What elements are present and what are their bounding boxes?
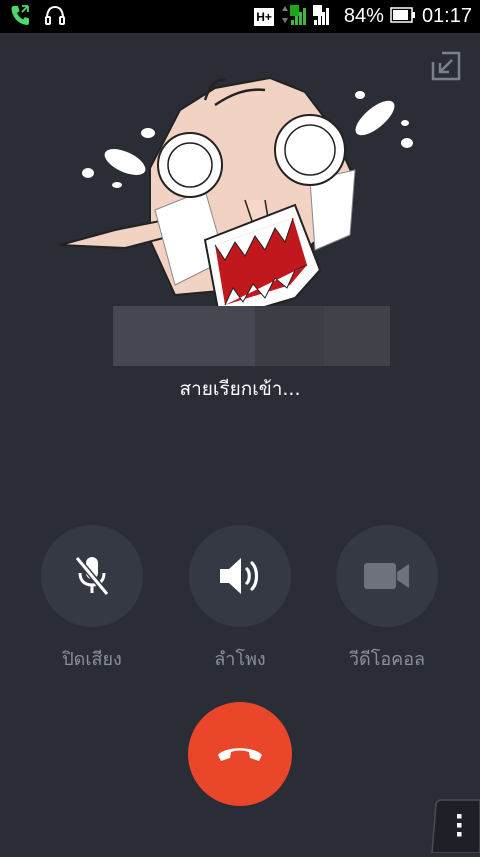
battery-percent: 84% xyxy=(343,5,384,27)
mute-button[interactable] xyxy=(41,525,143,627)
speaker-control[interactable]: ลำโพง xyxy=(175,525,305,673)
video-call-label: วีดีโอคอล xyxy=(348,649,426,670)
status-bar: H+ 84% 01:17 xyxy=(0,0,480,33)
headset-icon xyxy=(44,4,66,30)
video-call-control[interactable]: วีดีโอคอล xyxy=(322,525,452,673)
video-camera-icon xyxy=(364,563,409,589)
status-bar-right: H+ 84% 01:17 xyxy=(254,0,472,33)
battery-icon xyxy=(390,6,416,28)
mute-control[interactable]: ปิดเสียง xyxy=(27,525,157,673)
caller-name-block xyxy=(324,306,390,366)
status-bar-left xyxy=(10,4,66,30)
speaker-label: ลำโพง xyxy=(214,649,266,670)
more-options-button[interactable] xyxy=(420,798,480,854)
call-active-icon xyxy=(10,4,30,30)
mic-off-icon xyxy=(74,556,110,596)
hang-up-icon xyxy=(218,748,262,761)
signal-icon xyxy=(280,3,338,31)
minimize-icon xyxy=(431,51,461,81)
clock: 01:17 xyxy=(421,5,472,27)
end-call-button[interactable] xyxy=(188,702,292,806)
minimize-call-button[interactable] xyxy=(430,50,462,82)
video-call-button[interactable] xyxy=(336,525,438,627)
caller-name-block xyxy=(255,306,324,366)
caller-avatar xyxy=(55,70,425,330)
more-vertical-icon xyxy=(457,814,462,837)
network-type-badge: H+ xyxy=(254,7,274,26)
call-status-text: สายเรียกเข้า... xyxy=(179,378,301,400)
caller-name-block xyxy=(113,306,255,366)
caller-name xyxy=(113,306,390,366)
speaker-icon xyxy=(220,558,259,594)
speaker-button[interactable] xyxy=(189,525,291,627)
mute-label: ปิดเสียง xyxy=(62,649,122,670)
